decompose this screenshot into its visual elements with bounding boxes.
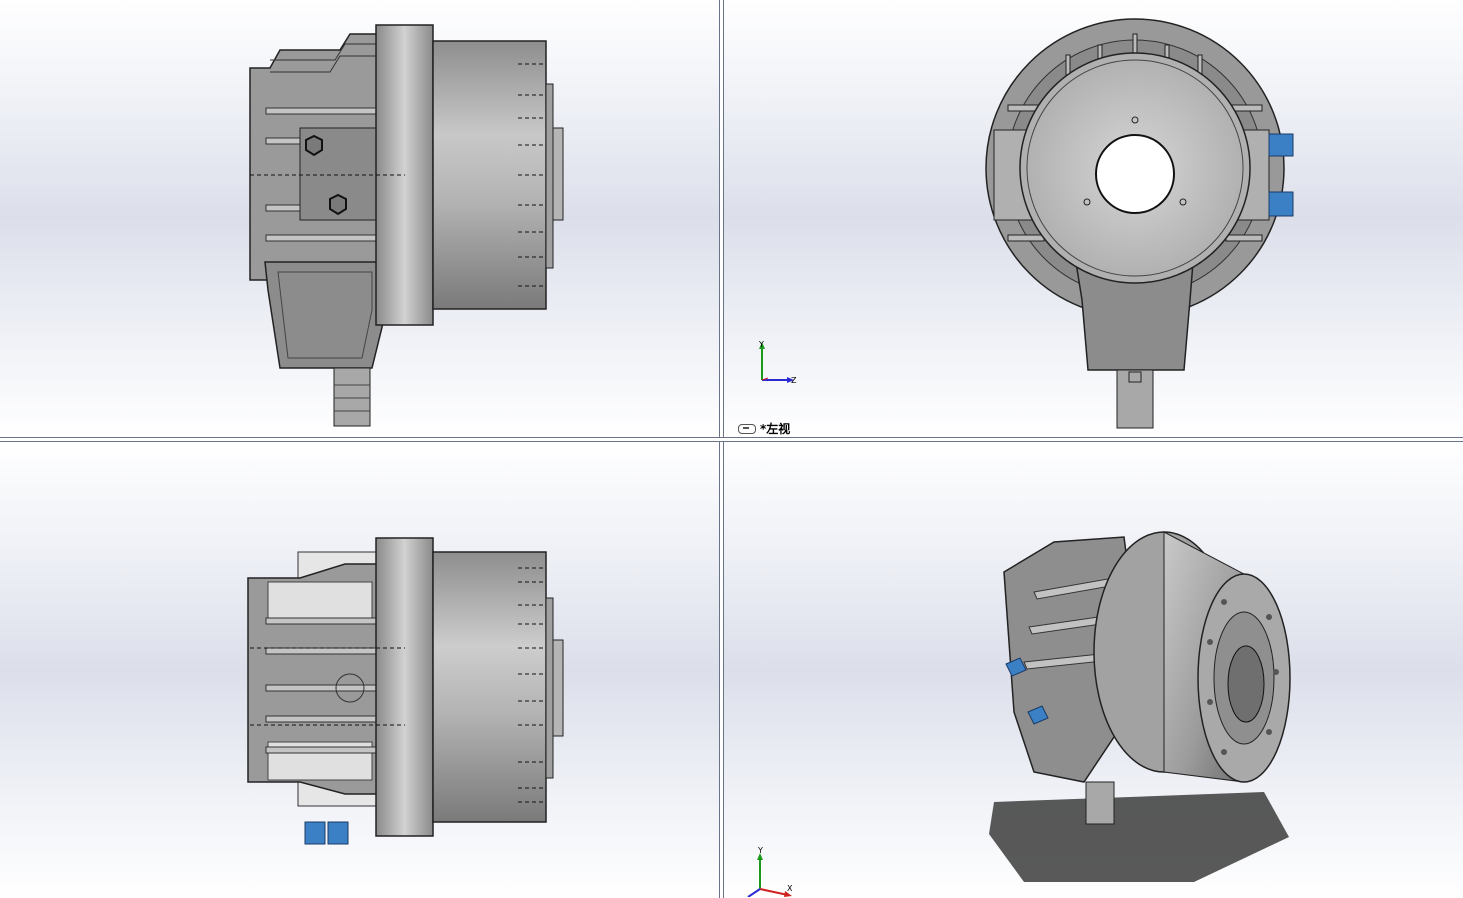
axis-y-label: Y [759,340,764,349]
viewport-horizontal-splitter[interactable] [0,437,1463,442]
model-left-view [985,18,1294,429]
viewport-isometric[interactable]: Y X [724,442,1463,898]
axis-z-label: Z [791,376,797,385]
hose-barb [333,367,371,427]
model-isometric-view [989,531,1291,882]
axis-x-label: X [787,884,793,893]
coordinate-triad-icon [747,853,792,897]
model-front-view [249,24,564,427]
view-orientation-label: *左视 [738,420,790,437]
axis-y-label: Y [758,846,763,855]
viewport-vertical-splitter[interactable] [719,0,724,898]
link-view-icon[interactable] [738,423,756,434]
view-name: *左视 [760,422,791,436]
model-top-view [247,537,564,845]
viewport-front[interactable] [0,0,719,437]
viewport-top[interactable] [0,442,719,898]
blue-fitting-icon [304,821,349,845]
viewport-left[interactable]: Y Z *左视 [724,0,1463,437]
